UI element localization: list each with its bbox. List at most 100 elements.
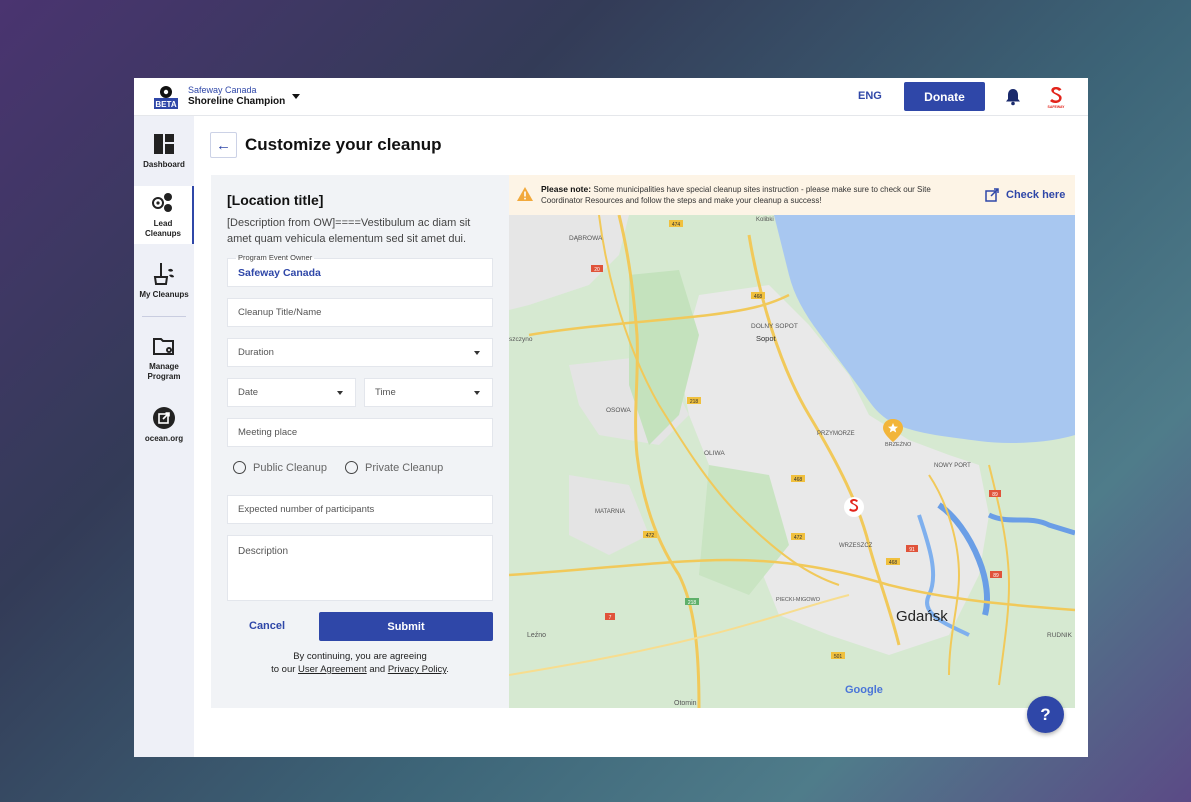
placeholder-text: Duration xyxy=(238,347,274,358)
svg-text:472: 472 xyxy=(646,533,655,539)
sidebar-item-label: My Cleanups xyxy=(139,290,189,299)
brand-text: SAFEWAY xyxy=(1048,105,1066,109)
meeting-place-input[interactable]: Meeting place xyxy=(227,418,493,447)
language-selector[interactable]: ENG xyxy=(858,90,882,102)
legal-text: and xyxy=(369,664,386,675)
private-cleanup-radio[interactable] xyxy=(345,461,358,474)
radio-label[interactable]: Public Cleanup xyxy=(253,462,327,474)
map-label: Sopot xyxy=(756,334,777,343)
road-badge: 218 xyxy=(687,397,701,405)
radio-label[interactable]: Private Cleanup xyxy=(365,462,443,474)
google-attribution: Google xyxy=(845,684,883,696)
map-label: MATARNIA xyxy=(595,509,625,515)
placeholder-text: Description xyxy=(238,546,289,557)
sidebar-item-dashboard[interactable]: Dashboard xyxy=(134,132,194,170)
manage-program-icon xyxy=(153,338,174,355)
arrow-left-icon: ← xyxy=(216,136,231,154)
program-owner-value: Safeway Canada xyxy=(238,266,321,279)
safeway-logo-icon[interactable]: SAFEWAY xyxy=(1044,85,1068,109)
road-badge: 20 xyxy=(591,265,603,273)
svg-text:7: 7 xyxy=(609,615,612,621)
sidebar-item-lead-cleanups[interactable]: Lead Cleanups xyxy=(134,186,194,244)
map[interactable]: 474 20 468 218 468 472 472 218 7 468 501… xyxy=(509,215,1075,708)
svg-text:218: 218 xyxy=(690,399,699,405)
location-title: [Location title] xyxy=(227,192,324,208)
map-label: BRZEŹNO xyxy=(885,441,912,448)
dashboard-icon xyxy=(154,134,174,154)
page-title: Customize your cleanup xyxy=(245,135,442,154)
legal-text: to our xyxy=(271,664,296,675)
svg-text:89: 89 xyxy=(993,573,999,579)
sidebar-item-ocean-org[interactable]: ocean.org xyxy=(134,406,194,444)
map-label: OSOWA xyxy=(606,407,631,414)
placeholder-text: Cleanup Title/Name xyxy=(238,307,322,318)
sidebar-item-label: ocean.org xyxy=(144,434,184,443)
map-panel: Please note: Some municipalities have sp… xyxy=(509,175,1075,708)
privacy-policy-link[interactable]: Privacy Policy xyxy=(388,664,446,675)
help-button[interactable]: ? xyxy=(1027,696,1064,733)
legal-text: . xyxy=(446,664,449,675)
road-badge: 218 xyxy=(685,598,699,606)
map-label: NOWY PORT xyxy=(934,463,971,469)
donate-button[interactable]: Donate xyxy=(904,82,985,111)
map-label: RUDNIK xyxy=(1047,632,1073,639)
org-title[interactable]: Shoreline Champion xyxy=(188,96,285,107)
participants-input[interactable]: Expected number of participants xyxy=(227,495,493,524)
submit-button[interactable]: Submit xyxy=(319,612,493,641)
road-badge: 501 xyxy=(831,652,845,660)
my-cleanups-icon xyxy=(153,263,174,285)
map-label: Otomin xyxy=(674,700,697,707)
date-select[interactable]: Date xyxy=(227,378,356,407)
cleanup-title-input[interactable]: Cleanup Title/Name xyxy=(227,298,493,327)
location-description: [Description from OW]====Vestibulum ac d… xyxy=(227,217,471,245)
map-label: PIECKI-MIGOWO xyxy=(776,597,821,603)
app-logo-icon[interactable]: BETA xyxy=(152,83,180,111)
notice-message: Some municipalities have special cleanup… xyxy=(541,185,931,205)
cancel-button[interactable]: Cancel xyxy=(249,620,285,632)
map-label-city: Gdańsk xyxy=(896,608,948,625)
sidebar-item-label: Dashboard xyxy=(143,160,185,169)
map-label: szczyno xyxy=(509,336,533,343)
back-button[interactable]: ← xyxy=(210,132,237,158)
sidebar-item-my-cleanups[interactable]: My Cleanups xyxy=(134,262,194,300)
svg-text:218: 218 xyxy=(688,600,697,606)
safeway-store-marker-icon[interactable] xyxy=(844,497,864,517)
notice-banner: Please note: Some municipalities have sp… xyxy=(509,175,1075,215)
road-badge: 468 xyxy=(751,292,765,300)
description-textarea[interactable]: Description xyxy=(227,535,493,601)
duration-select[interactable]: Duration xyxy=(227,338,493,367)
map-label: Leźno xyxy=(527,632,546,639)
sidebar-divider xyxy=(142,316,186,317)
bell-icon[interactable] xyxy=(1005,88,1021,106)
road-badge: 474 xyxy=(669,220,683,228)
chevron-down-icon[interactable] xyxy=(292,94,300,99)
external-link-icon xyxy=(153,407,175,429)
public-cleanup-radio[interactable] xyxy=(233,461,246,474)
visibility-radio-group: Public Cleanup Private Cleanup xyxy=(233,461,443,474)
chevron-down-icon xyxy=(474,391,480,395)
svg-text:468: 468 xyxy=(794,477,803,483)
notice-bold: Please note: xyxy=(541,184,592,194)
map-label: OLIWA xyxy=(704,450,725,457)
map-label: DOLNY SOPOT xyxy=(751,323,798,330)
road-badge: 468 xyxy=(791,475,805,483)
map-label: Kolibki xyxy=(756,217,774,223)
user-agreement-link[interactable]: User Agreement xyxy=(298,664,367,675)
external-link-icon[interactable] xyxy=(985,188,999,202)
sidebar-item-manage-program[interactable]: Manage Program xyxy=(134,334,194,382)
warning-icon xyxy=(517,187,533,201)
time-select[interactable]: Time xyxy=(364,378,493,407)
legal-line-1: By continuing, you are agreeing xyxy=(293,651,427,662)
road-badge: 91 xyxy=(906,545,918,553)
map-label: DĄBROWA xyxy=(569,235,603,242)
org-subtitle: Safeway Canada xyxy=(188,85,257,95)
svg-text:474: 474 xyxy=(672,222,681,228)
check-here-link[interactable]: Check here xyxy=(1006,189,1065,201)
road-badge: 472 xyxy=(643,531,657,539)
app-window: BETA Safeway Canada Shoreline Champion E… xyxy=(134,78,1088,757)
placeholder-text: Expected number of participants xyxy=(238,504,375,515)
program-owner-field[interactable]: Program Event Owner Safeway Canada xyxy=(227,253,493,287)
notice-text: Please note: Some municipalities have sp… xyxy=(541,184,961,206)
svg-text:91: 91 xyxy=(909,547,915,553)
road-badge: 468 xyxy=(886,558,900,566)
